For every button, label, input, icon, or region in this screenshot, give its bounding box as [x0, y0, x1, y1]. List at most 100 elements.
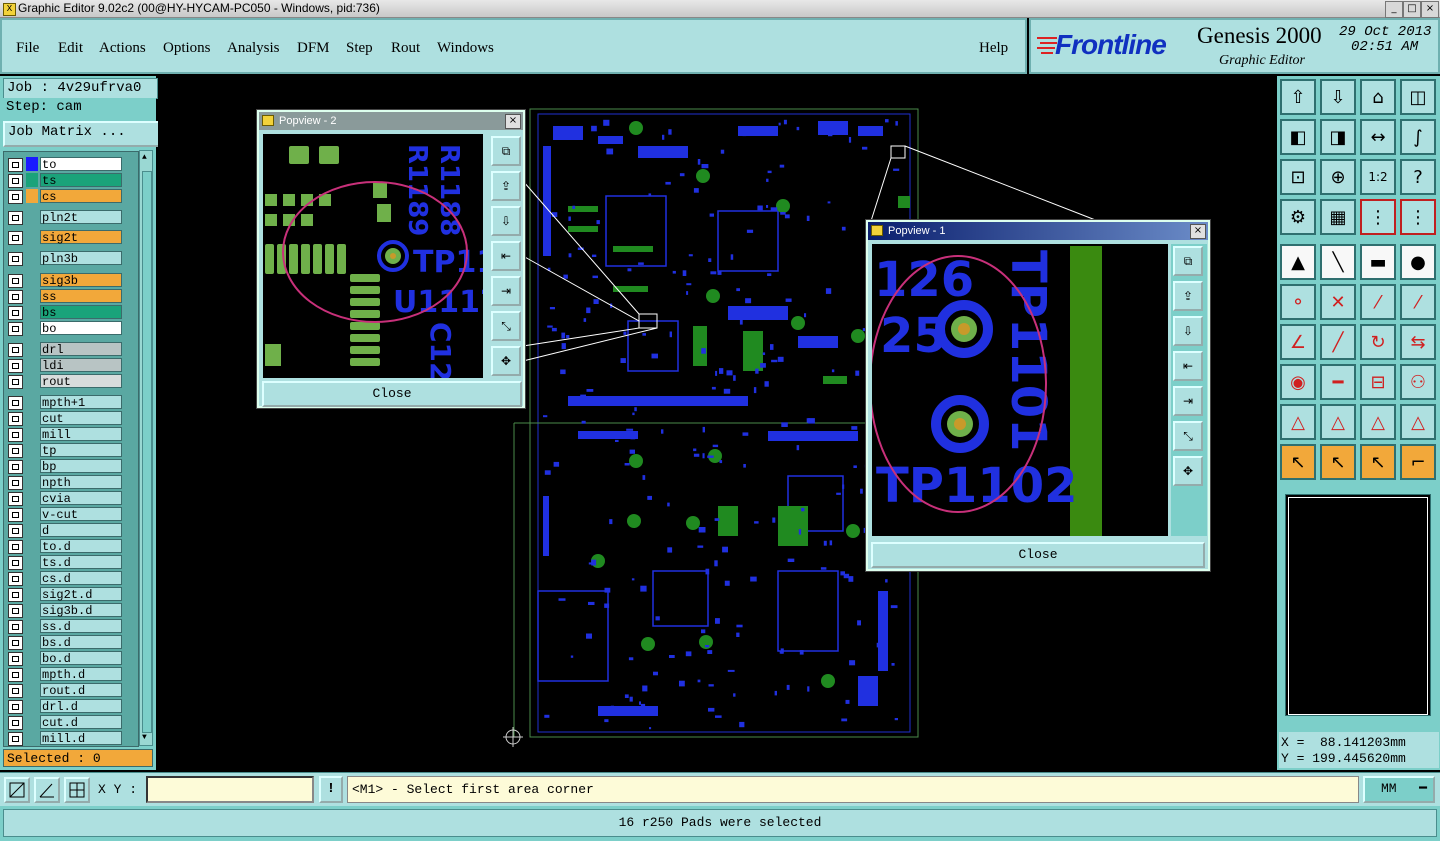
cross-icon[interactable]: ✕: [1320, 284, 1356, 320]
rotate-icon[interactable]: ↻: [1360, 324, 1396, 360]
layer-checkbox[interactable]: [8, 322, 23, 336]
layer-row-drl-d[interactable]: drl.d: [8, 699, 124, 714]
line-cross-icon[interactable]: ╲: [1320, 244, 1356, 280]
arc-icon[interactable]: ⁄: [1360, 284, 1396, 320]
settings-icon[interactable]: ⚙: [1280, 199, 1316, 235]
pan-right-icon[interactable]: ⇥: [1173, 386, 1203, 416]
pan-left-icon[interactable]: ⇤: [491, 241, 521, 271]
layer-checkbox[interactable]: [8, 359, 23, 373]
measure-icon[interactable]: ⊟: [1360, 364, 1396, 400]
popview-1-canvas[interactable]: 126 25 TP1101 TP1102: [872, 244, 1168, 536]
menu-edit[interactable]: Edit: [58, 40, 83, 57]
layer-checkbox[interactable]: [8, 732, 23, 746]
select-net-icon[interactable]: ⌐: [1400, 444, 1436, 480]
layer-row-to[interactable]: to: [8, 157, 124, 172]
layer-row-npth[interactable]: npth: [8, 475, 124, 490]
pad-icon[interactable]: ◉: [1280, 364, 1316, 400]
zoom-out-icon[interactable]: ⤡: [1173, 421, 1203, 451]
xy-input[interactable]: [146, 776, 314, 803]
maximize-button[interactable]: □: [1403, 1, 1421, 18]
layer-row-bs-d[interactable]: bs.d: [8, 635, 124, 650]
zoom-left-icon[interactable]: ◧: [1280, 119, 1316, 155]
layer-checkbox[interactable]: [8, 524, 23, 538]
layer-checkbox[interactable]: [8, 716, 23, 730]
layer-row-bo[interactable]: bo: [8, 321, 124, 336]
layer-checkbox[interactable]: [8, 158, 23, 172]
popview-2-window[interactable]: Popview - 2 × R1188 R1189 TP110 U1117 C1…: [257, 110, 525, 408]
layers-a-icon[interactable]: ⋮: [1360, 199, 1396, 235]
zoom-home-icon[interactable]: ✥: [1173, 456, 1203, 486]
layer-checkbox[interactable]: [8, 476, 23, 490]
layer-checkbox[interactable]: [8, 620, 23, 634]
menu-options[interactable]: Options: [163, 40, 211, 57]
layer-checkbox[interactable]: [8, 274, 23, 288]
layer-row-drl[interactable]: drl: [8, 342, 124, 357]
layer-row-ldi[interactable]: ldi: [8, 358, 124, 373]
triangle-d-icon[interactable]: △: [1400, 404, 1436, 440]
layer-checkbox[interactable]: [8, 684, 23, 698]
pan-up-icon[interactable]: ⇪: [491, 171, 521, 201]
layer-row-ts[interactable]: ts: [8, 173, 124, 188]
zoom-box-icon[interactable]: ⧉: [1173, 246, 1203, 276]
popview-1-close-button[interactable]: Close: [871, 542, 1205, 568]
layer-checkbox[interactable]: [8, 190, 23, 204]
minimize-button[interactable]: _: [1385, 1, 1403, 18]
layer-checkbox[interactable]: [8, 604, 23, 618]
exclaim-icon[interactable]: !: [319, 776, 343, 803]
scale-1-2-icon[interactable]: 1:2: [1360, 159, 1396, 195]
layer-row-ss-d[interactable]: ss.d: [8, 619, 124, 634]
layer-row-d[interactable]: d: [8, 523, 124, 538]
layer-checkbox[interactable]: [8, 290, 23, 304]
menu-windows[interactable]: Windows: [437, 40, 494, 57]
layer-checkbox[interactable]: [8, 652, 23, 666]
menu-actions[interactable]: Actions: [99, 40, 146, 57]
menu-dfm[interactable]: DFM: [297, 40, 330, 57]
layer-row-cs[interactable]: cs: [8, 189, 124, 204]
layer-row-cut[interactable]: cut: [8, 411, 124, 426]
center-icon[interactable]: ⊕: [1320, 159, 1356, 195]
select-box-icon[interactable]: ↖: [1320, 444, 1356, 480]
scroll-thumb[interactable]: [142, 171, 152, 733]
snap-icon[interactable]: [4, 777, 30, 803]
layer-checkbox[interactable]: [8, 174, 23, 188]
layer-checkbox[interactable]: [8, 588, 23, 602]
triangle-b-icon[interactable]: △: [1320, 404, 1356, 440]
home-icon[interactable]: ⌂: [1360, 79, 1396, 115]
layer-checkbox[interactable]: [8, 375, 23, 389]
layer-row-ts-d[interactable]: ts.d: [8, 555, 124, 570]
connect-icon[interactable]: ⚬: [1280, 284, 1316, 320]
s-curve-icon[interactable]: ∫: [1400, 119, 1436, 155]
zoom-out-icon[interactable]: ⤡: [491, 311, 521, 341]
fit-icon[interactable]: ⊡: [1280, 159, 1316, 195]
group-icon[interactable]: ⚇: [1400, 364, 1436, 400]
menu-file[interactable]: File: [16, 40, 39, 57]
layer-row-mill-d[interactable]: mill.d: [8, 731, 124, 746]
select-pointer-icon[interactable]: ↖: [1360, 444, 1396, 480]
angle-icon[interactable]: ∠: [1280, 324, 1316, 360]
layer-row-mill[interactable]: mill: [8, 427, 124, 442]
layer-scrollbar[interactable]: ▲ ▼: [139, 150, 153, 746]
layer-row-pln3b[interactable]: pln3b: [8, 251, 124, 266]
layer-row-rout-d[interactable]: rout.d: [8, 683, 124, 698]
layer-row-to-d[interactable]: to.d: [8, 539, 124, 554]
home-down-icon[interactable]: ⇩: [1320, 79, 1356, 115]
units-select[interactable]: MM ━: [1363, 776, 1435, 803]
layer-row-bp[interactable]: bp: [8, 459, 124, 474]
layer-checkbox[interactable]: [8, 306, 23, 320]
minus-icon[interactable]: ━: [1320, 364, 1356, 400]
zoom-home-icon[interactable]: ✥: [491, 346, 521, 376]
grid-icon[interactable]: ▦: [1320, 199, 1356, 235]
window-icon[interactable]: ◫: [1400, 79, 1436, 115]
layers-b-icon[interactable]: ⋮: [1400, 199, 1436, 235]
popview-2-close-icon[interactable]: ×: [505, 114, 521, 129]
layer-checkbox[interactable]: [8, 412, 23, 426]
mirror-icon[interactable]: ⇆: [1400, 324, 1436, 360]
layer-checkbox[interactable]: [8, 231, 23, 245]
popview-2-close-button[interactable]: Close: [262, 381, 522, 407]
popview-1-window[interactable]: Popview - 1 × 126 25 TP1101 TP1102 ⧉ ⇪ ⇩ ⇤ ⇥…: [866, 220, 1210, 571]
layer-row-ss[interactable]: ss: [8, 289, 124, 304]
close-button[interactable]: ×: [1421, 1, 1439, 18]
layer-checkbox[interactable]: [8, 556, 23, 570]
select-arrow-icon[interactable]: ↖: [1280, 444, 1316, 480]
layer-checkbox[interactable]: [8, 444, 23, 458]
